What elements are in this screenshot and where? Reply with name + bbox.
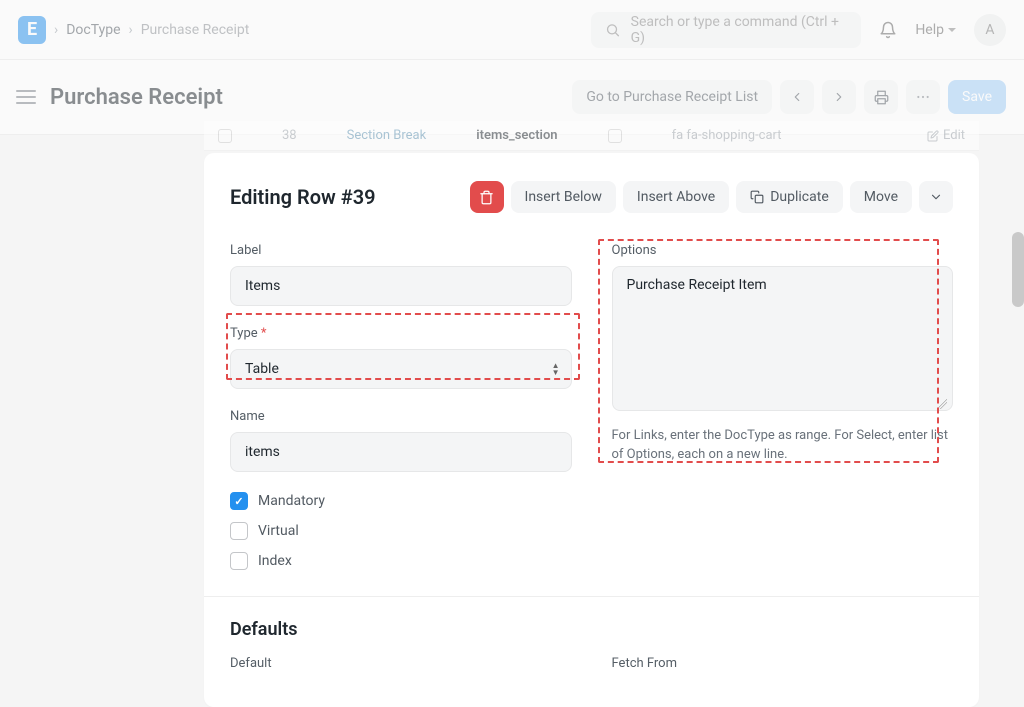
name-label: Name <box>230 409 572 424</box>
checkbox-off-icon <box>230 552 248 570</box>
insert-below-button[interactable]: Insert Below <box>511 181 616 213</box>
edit-icon <box>927 130 939 142</box>
scrollbar-thumb[interactable] <box>1012 232 1024 307</box>
next-button[interactable] <box>822 80 856 114</box>
copy-icon <box>750 190 764 204</box>
options-textarea[interactable]: Purchase Receipt Item <box>612 266 954 411</box>
chevron-left-icon <box>790 90 804 104</box>
chevron-down-icon <box>948 28 956 32</box>
required-mark: * <box>261 326 267 341</box>
label-input[interactable] <box>230 266 572 306</box>
row-type: Section Break <box>347 128 427 143</box>
bell-icon[interactable] <box>879 21 897 39</box>
save-button[interactable]: Save <box>948 80 1006 114</box>
defaults-section-title: Defaults <box>230 619 953 640</box>
avatar[interactable]: A <box>974 14 1006 46</box>
print-button[interactable] <box>864 80 898 114</box>
mandatory-checkbox[interactable]: ✓ Mandatory <box>230 492 572 510</box>
type-select[interactable] <box>230 349 572 389</box>
delete-button[interactable] <box>470 181 504 213</box>
row-checkbox[interactable] <box>218 129 232 143</box>
move-button[interactable]: Move <box>850 181 912 213</box>
label-label: Label <box>230 243 572 258</box>
index-label: Index <box>258 553 292 569</box>
index-checkbox[interactable]: Index <box>230 552 572 570</box>
virtual-checkbox[interactable]: Virtual <box>230 522 572 540</box>
trash-icon <box>479 190 494 205</box>
breadcrumb-chevron: › <box>129 22 133 38</box>
insert-above-button[interactable]: Insert Above <box>623 181 729 213</box>
row-name: items_section <box>476 128 557 143</box>
checkbox-on-icon: ✓ <box>230 492 248 510</box>
breadcrumb-chevron: › <box>54 22 58 38</box>
chevron-right-icon <box>832 90 846 104</box>
duplicate-label: Duplicate <box>770 189 829 205</box>
fetch-from-label: Fetch From <box>612 656 954 671</box>
default-label: Default <box>230 656 572 671</box>
table-row[interactable]: 38 Section Break items_section fa fa-sho… <box>204 121 979 151</box>
search-input[interactable]: Search or type a command (Ctrl + G) <box>591 12 861 48</box>
menu-icon[interactable] <box>16 90 36 104</box>
go-to-list-button[interactable]: Go to Purchase Receipt List <box>572 80 772 114</box>
more-button[interactable] <box>906 80 940 114</box>
page-title: Purchase Receipt <box>50 85 223 110</box>
row-icon: fa fa-shopping-cart <box>672 128 782 143</box>
editing-card: Editing Row #39 Insert Below Insert Abov… <box>204 153 979 707</box>
section-divider <box>204 596 979 597</box>
checkbox-off-icon <box>230 522 248 540</box>
select-arrows-icon: ▲▼ <box>552 362 560 376</box>
options-label: Options <box>612 243 954 258</box>
name-input[interactable] <box>230 432 572 472</box>
row-edit[interactable]: Edit <box>927 128 965 143</box>
card-title: Editing Row #39 <box>230 185 470 209</box>
more-horizontal-icon <box>915 89 931 105</box>
row-more-button[interactable] <box>919 181 953 213</box>
help-label: Help <box>915 22 944 38</box>
breadcrumb-doctype[interactable]: DocType <box>66 22 120 38</box>
chevron-down-icon <box>929 190 943 204</box>
help-menu[interactable]: Help <box>915 22 956 38</box>
search-placeholder: Search or type a command (Ctrl + G) <box>631 14 848 46</box>
prev-button[interactable] <box>780 80 814 114</box>
virtual-label: Virtual <box>258 523 299 539</box>
breadcrumb-current: Purchase Receipt <box>141 22 250 38</box>
printer-icon <box>874 90 889 105</box>
search-icon <box>605 22 620 38</box>
app-logo[interactable]: E <box>18 16 46 44</box>
resize-handle-icon[interactable] <box>937 399 947 409</box>
mandatory-label: Mandatory <box>258 493 325 509</box>
options-hint: For Links, enter the DocType as range. F… <box>612 427 954 465</box>
row-edit-label: Edit <box>943 128 965 143</box>
type-label: Type * <box>230 326 572 341</box>
duplicate-button[interactable]: Duplicate <box>736 181 843 213</box>
row-check2[interactable] <box>608 129 622 143</box>
row-number: 38 <box>282 128 297 143</box>
